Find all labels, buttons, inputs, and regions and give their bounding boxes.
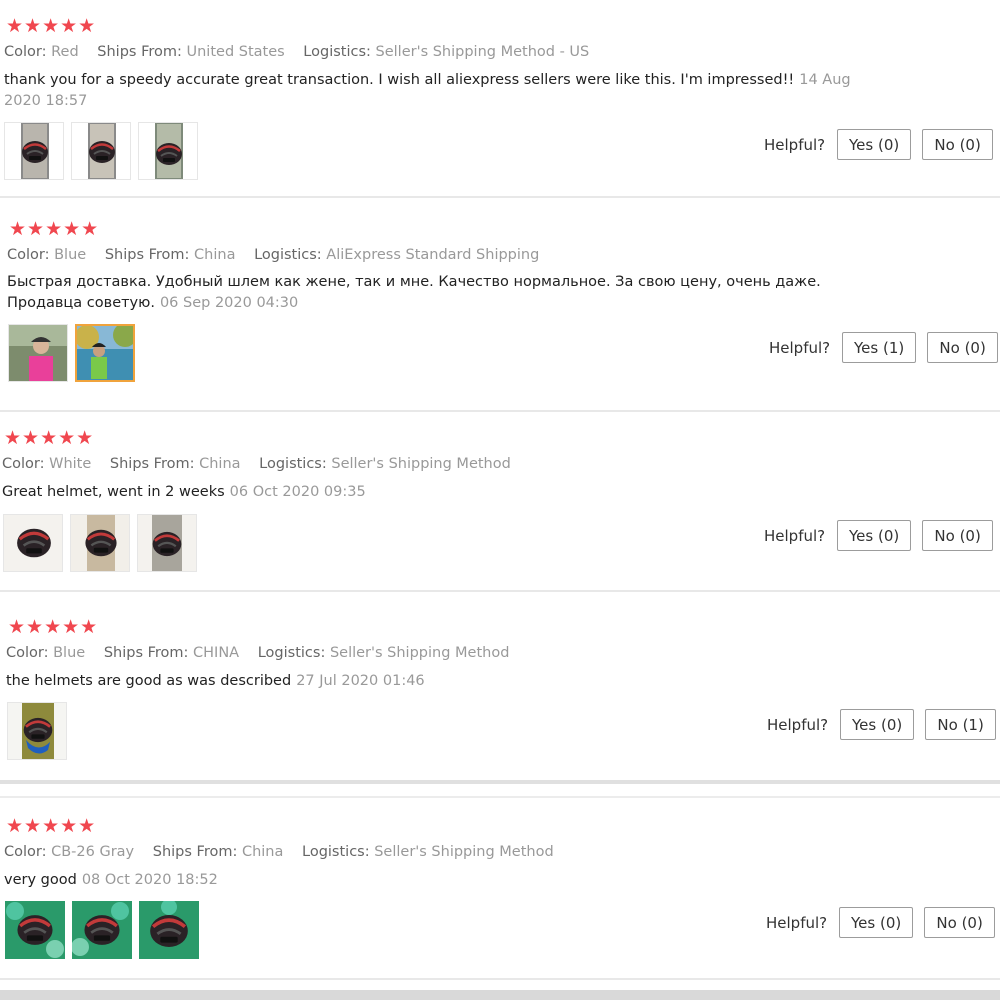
helpful-section: Helpful? Yes (0) No (1): [767, 709, 997, 740]
review-photo[interactable]: [4, 122, 64, 180]
review-date: 08 Oct 2020 18:52: [81, 872, 218, 888]
logistics-label: Logistics:: [303, 44, 371, 60]
ships-from-value: China: [199, 456, 241, 472]
review-photo[interactable]: [137, 514, 197, 572]
review-photos: [4, 122, 198, 180]
review-body: the helmets are good as was described: [6, 673, 292, 689]
logistics-value: Seller's Shipping Method: [374, 844, 554, 860]
helpful-yes-button[interactable]: Yes (0): [839, 907, 914, 938]
review-photos: [7, 702, 67, 760]
rating-stars: ★★★★★: [4, 427, 95, 449]
review-photo[interactable]: [71, 122, 131, 180]
helpful-no-button[interactable]: No (0): [922, 129, 994, 160]
ships-from-label: Ships From:: [152, 844, 238, 860]
helpful-yes-button[interactable]: Yes (0): [840, 709, 915, 740]
color-value: Blue: [54, 247, 87, 263]
rating-stars: ★★★★★: [9, 218, 100, 240]
helpful-no-button[interactable]: No (0): [922, 520, 994, 551]
helpful-label: Helpful?: [764, 526, 826, 545]
review-photo[interactable]: [138, 122, 198, 180]
ships-from-value: China: [241, 844, 284, 860]
helpful-section: Helpful? Yes (0) No (0): [764, 520, 994, 551]
helpful-no-button[interactable]: No (0): [927, 332, 999, 363]
review-body: thank you for a speedy accurate great tr…: [4, 72, 795, 88]
review-photo[interactable]: [70, 514, 130, 572]
review-meta: Color: Red Ships From: United States Log…: [4, 42, 603, 62]
color-label: Color:: [4, 844, 47, 860]
rating-stars: ★★★★★: [8, 616, 99, 638]
review-photos: [8, 324, 135, 382]
helpful-section: Helpful? Yes (0) No (0): [766, 907, 996, 938]
color-label: Color:: [7, 247, 50, 263]
review-item: ★★★★★ Color: Blue Ships From: CHINA Logi…: [0, 592, 1000, 784]
logistics-value: AliExpress Standard Shipping: [326, 247, 540, 263]
review-text: very good 08 Oct 2020 18:52: [4, 870, 864, 891]
review-body: Быстрая доставка. Удобный шлем как жене,…: [7, 274, 821, 311]
color-label: Color:: [6, 645, 49, 661]
review-meta: Color: Blue Ships From: CHINA Logistics:…: [6, 643, 523, 663]
ships-from-label: Ships From:: [103, 645, 189, 661]
helpful-no-button[interactable]: No (0): [924, 907, 996, 938]
color-label: Color:: [4, 44, 47, 60]
review-body: Great helmet, went in 2 weeks: [2, 484, 225, 500]
ships-from-label: Ships From:: [97, 44, 182, 60]
helpful-yes-button[interactable]: Yes (0): [837, 520, 912, 551]
review-date: 06 Sep 2020 04:30: [159, 295, 299, 311]
review-photo[interactable]: [75, 324, 135, 382]
helpful-label: Helpful?: [767, 715, 829, 734]
helpful-yes-button[interactable]: Yes (0): [837, 129, 912, 160]
review-body: very good: [4, 872, 77, 888]
review-date: 06 Oct 2020 09:35: [229, 484, 366, 500]
review-text: thank you for a speedy accurate great tr…: [4, 70, 864, 112]
ships-from-value: United States: [186, 44, 285, 60]
ships-from-value: CHINA: [193, 645, 240, 661]
logistics-label: Logistics:: [254, 247, 322, 263]
review-item: ★★★★★ Color: CB-26 Gray Ships From: Chin…: [0, 796, 1000, 980]
review-photo[interactable]: [72, 901, 132, 959]
review-photo[interactable]: [7, 702, 67, 760]
logistics-value: Seller's Shipping Method - US: [375, 44, 590, 60]
logistics-value: Seller's Shipping Method: [331, 456, 511, 472]
helpful-yes-button[interactable]: Yes (1): [842, 332, 917, 363]
review-meta: Color: CB-26 Gray Ships From: China Logi…: [4, 842, 568, 862]
review-item: ★★★★★ Color: Red Ships From: United Stat…: [0, 0, 1000, 198]
logistics-label: Logistics:: [259, 456, 327, 472]
color-value: Red: [51, 44, 79, 60]
review-date: 27 Jul 2020 01:46: [296, 673, 425, 689]
helpful-section: Helpful? Yes (0) No (0): [764, 129, 994, 160]
review-meta: Color: White Ships From: China Logistics…: [2, 454, 525, 474]
color-value: CB-26 Gray: [51, 844, 135, 860]
bottom-divider: [0, 990, 1000, 1000]
review-photos: [3, 514, 197, 572]
ships-from-value: China: [194, 247, 236, 263]
color-label: Color:: [2, 456, 45, 472]
helpful-label: Helpful?: [769, 338, 831, 357]
review-meta: Color: Blue Ships From: China Logistics:…: [7, 245, 553, 265]
rating-stars: ★★★★★: [6, 15, 97, 37]
color-value: White: [49, 456, 92, 472]
review-item: ★★★★★ Color: White Ships From: China Log…: [0, 412, 1000, 592]
helpful-no-button[interactable]: No (1): [925, 709, 997, 740]
review-photos: [5, 901, 199, 959]
color-value: Blue: [53, 645, 86, 661]
review-text: the helmets are good as was described 27 …: [6, 671, 866, 692]
review-text: Great helmet, went in 2 weeks 06 Oct 2020…: [2, 482, 862, 503]
logistics-value: Seller's Shipping Method: [329, 645, 510, 661]
review-text: Быстрая доставка. Удобный шлем как жене,…: [7, 272, 837, 314]
ships-from-label: Ships From:: [104, 247, 190, 263]
review-item: ★★★★★ Color: Blue Ships From: China Logi…: [0, 198, 1000, 412]
review-photo[interactable]: [139, 901, 199, 959]
logistics-label: Logistics:: [302, 844, 370, 860]
rating-stars: ★★★★★: [6, 815, 97, 837]
review-photo[interactable]: [5, 901, 65, 959]
logistics-label: Logistics:: [257, 645, 326, 661]
review-photo[interactable]: [3, 514, 63, 572]
ships-from-label: Ships From:: [109, 456, 195, 472]
helpful-label: Helpful?: [764, 135, 826, 154]
review-photo[interactable]: [8, 324, 68, 382]
helpful-label: Helpful?: [766, 913, 828, 932]
helpful-section: Helpful? Yes (1) No (0): [769, 332, 999, 363]
